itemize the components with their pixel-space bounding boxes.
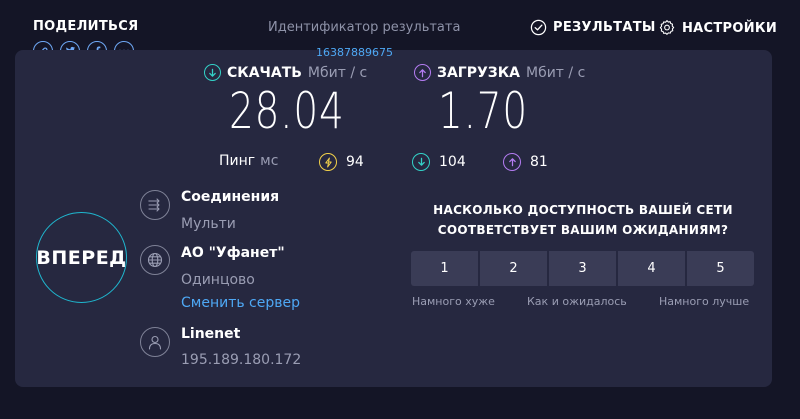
download-label: СКАЧАТЬ xyxy=(227,64,302,81)
connections-title: Соединения xyxy=(181,189,280,205)
check-circle-icon xyxy=(530,19,547,36)
gear-icon xyxy=(658,19,676,37)
download-latency-icon xyxy=(412,153,430,171)
ping-upload-value: 81 xyxy=(530,154,548,170)
download-speed-value: 28.04 xyxy=(229,82,345,140)
ping-upload: 81 xyxy=(503,153,548,171)
ping-label: Пинг xyxy=(219,153,256,169)
globe-icon xyxy=(140,245,170,275)
upload-latency-icon xyxy=(503,153,521,171)
ping-idle-value: 94 xyxy=(346,154,364,170)
download-header: СКАЧАТЬ Мбит / с xyxy=(204,64,367,81)
idle-latency-icon xyxy=(319,153,337,171)
results-button[interactable]: РЕЗУЛЬТАТЫ xyxy=(530,19,656,36)
rating-high-label: Намного лучше xyxy=(659,295,750,308)
upload-unit: Мбит / с xyxy=(525,64,586,81)
upload-arrow-icon xyxy=(414,64,431,81)
result-id[interactable]: 16387889675 xyxy=(316,46,393,59)
result-id-label: Идентификатор результата xyxy=(268,20,461,35)
rating-option-1[interactable]: 1 xyxy=(411,251,478,286)
ping-unit: мс xyxy=(260,153,279,169)
rating-option-3[interactable]: 3 xyxy=(549,251,616,286)
change-server-link[interactable]: Сменить сервер xyxy=(181,295,300,311)
ping-download: 104 xyxy=(412,153,466,171)
download-unit: Мбит / с xyxy=(307,64,368,81)
server-name: АО "Уфанет" xyxy=(181,245,285,261)
connections-value[interactable]: Мульти xyxy=(181,216,236,232)
server-city: Одинцово xyxy=(181,272,255,288)
share-title: ПОДЕЛИТЬСЯ xyxy=(33,19,139,34)
upload-header: ЗАГРУЗКА Мбит / с xyxy=(414,64,585,81)
ping-download-value: 104 xyxy=(439,154,466,170)
settings-button[interactable]: НАСТРОЙКИ xyxy=(658,19,777,37)
provider-ip: 195.189.180.172 xyxy=(181,352,302,368)
rating-scale: 1 2 3 4 5 xyxy=(411,251,754,286)
connections-icon xyxy=(140,190,170,220)
rating-option-5[interactable]: 5 xyxy=(687,251,754,286)
download-arrow-icon xyxy=(204,64,221,81)
user-icon xyxy=(140,327,170,357)
ping-idle: 94 xyxy=(319,153,364,171)
ping-label-group: Пинг мс xyxy=(219,153,278,169)
rating-option-2[interactable]: 2 xyxy=(480,251,547,286)
survey-question-line2: СООТВЕТСТВУЕТ ВАШИМ ОЖИДАНИЯМ? xyxy=(437,223,729,237)
rating-low-label: Намного хуже xyxy=(412,295,495,308)
go-button[interactable]: ВПЕРЕД xyxy=(36,212,127,303)
survey-question: НАСКОЛЬКО ДОСТУПНОСТЬ ВАШЕЙ СЕТИ СООТВЕТ… xyxy=(400,200,766,240)
results-label: РЕЗУЛЬТАТЫ xyxy=(553,20,656,35)
settings-label: НАСТРОЙКИ xyxy=(682,20,778,36)
provider-name: Linenet xyxy=(181,326,241,342)
rating-option-4[interactable]: 4 xyxy=(618,251,685,286)
rating-mid-label: Как и ожидалось xyxy=(527,295,627,308)
upload-label: ЗАГРУЗКА xyxy=(437,64,520,81)
survey-question-line1: НАСКОЛЬКО ДОСТУПНОСТЬ ВАШЕЙ СЕТИ xyxy=(433,203,733,217)
upload-speed-value: 1.70 xyxy=(438,82,528,140)
